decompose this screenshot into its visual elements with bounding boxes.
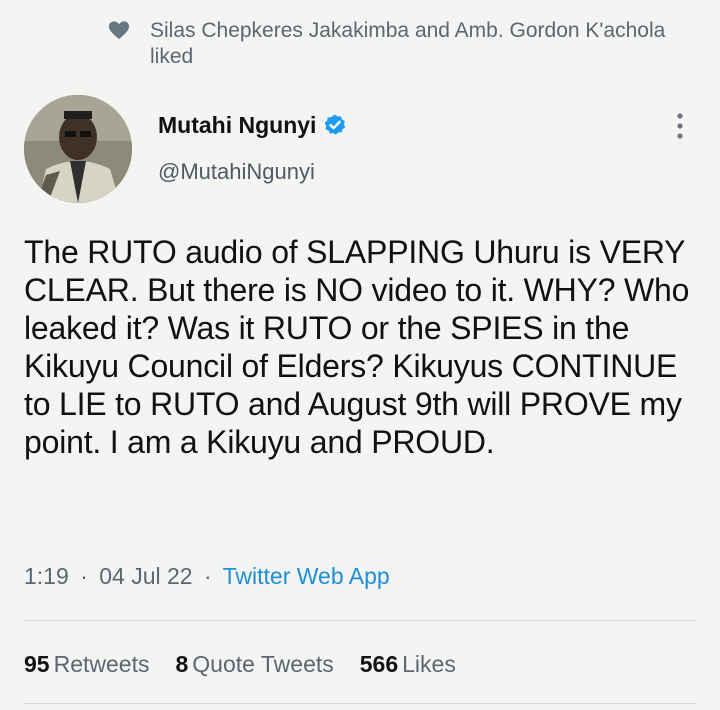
heart-icon [109, 21, 129, 40]
quote-tweets-label: Quote Tweets [192, 651, 334, 677]
quote-tweets-stat[interactable]: 8 Quote Tweets [175, 651, 333, 678]
likes-stat[interactable]: 566 Likes [360, 651, 456, 678]
author-block[interactable]: Mutahi Ngunyi @MutahiNgunyi [158, 108, 347, 185]
retweets-stat[interactable]: 95 Retweets [24, 651, 149, 678]
tweet-text: The RUTO audio of SLAPPING Uhuru is VERY… [24, 234, 690, 460]
meta-separator: · [80, 563, 88, 589]
engagement-stats: 95 Retweets 8 Quote Tweets 566 Likes [24, 651, 456, 678]
author-handle[interactable]: @MutahiNgunyi [158, 159, 347, 185]
more-options-icon[interactable] [670, 112, 690, 140]
divider [24, 703, 696, 704]
author-display-name[interactable]: Mutahi Ngunyi [158, 112, 316, 139]
author-name-row[interactable]: Mutahi Ngunyi [158, 108, 347, 142]
social-context[interactable]: Silas Chepkeres Jakakimba and Amb. Gordo… [108, 18, 710, 70]
verified-badge-icon [325, 114, 346, 135]
divider [24, 620, 696, 621]
tweet-time: 1:19 [24, 563, 69, 589]
social-context-text: Silas Chepkeres Jakakimba and Amb. Gordo… [150, 19, 666, 68]
retweets-label: Retweets [53, 651, 150, 677]
likes-count: 566 [359, 651, 399, 677]
tweet-source-link[interactable]: Twitter Web App [223, 563, 390, 589]
profile-avatar[interactable] [24, 95, 132, 203]
tweet-date: 04 Jul 22 [99, 563, 193, 589]
tweet-metadata: 1:19 · 04 Jul 22 · Twitter Web App [24, 563, 390, 590]
quote-tweets-count: 8 [175, 651, 189, 677]
retweets-count: 95 [24, 651, 50, 677]
meta-separator: · [203, 563, 212, 589]
likes-label: Likes [402, 651, 456, 677]
tweet-detail-view: Silas Chepkeres Jakakimba and Amb. Gordo… [0, 0, 720, 710]
avatar-image [24, 95, 132, 203]
